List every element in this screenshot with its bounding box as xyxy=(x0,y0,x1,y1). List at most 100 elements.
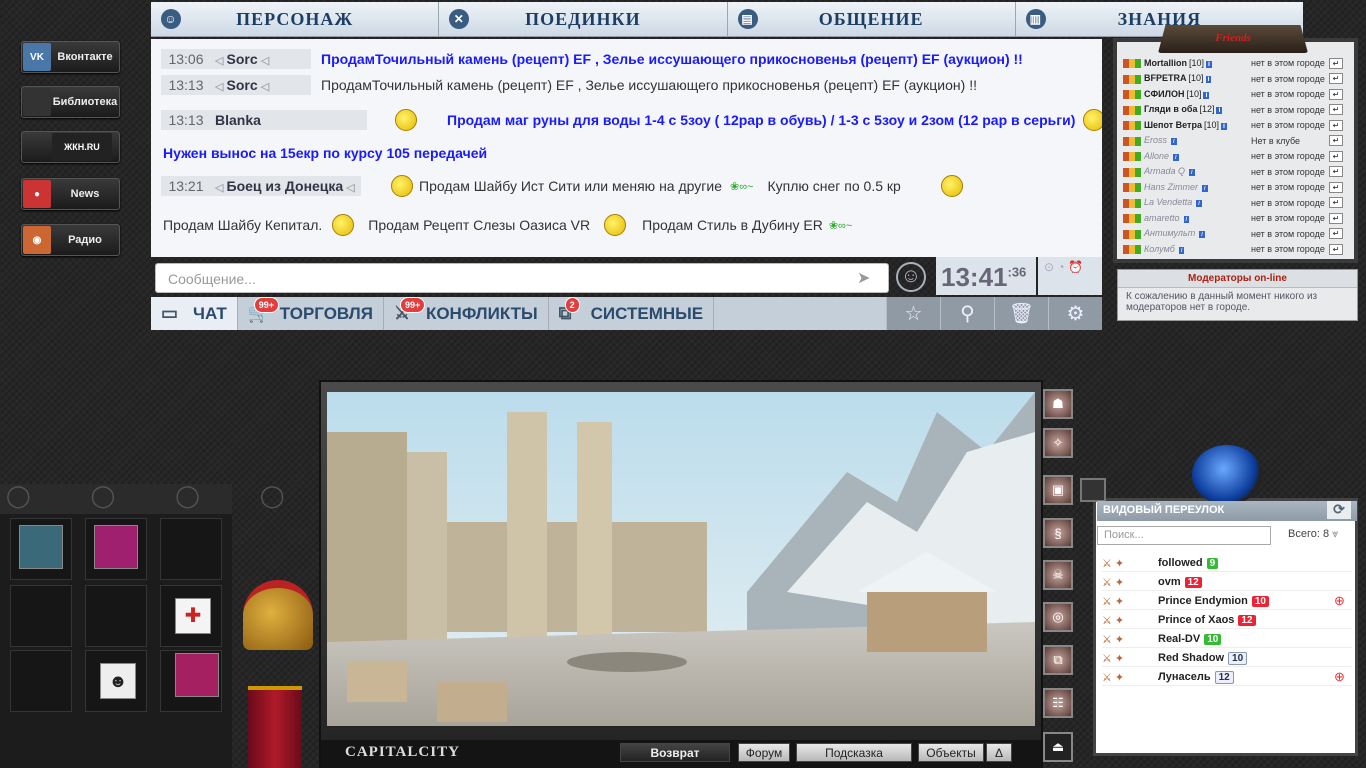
info-icon[interactable]: i xyxy=(1183,215,1190,223)
info-icon[interactable]: i xyxy=(1196,200,1202,208)
message-icon[interactable]: ↵ xyxy=(1329,228,1343,239)
friend-row[interactable]: Mortallion [10] i нет в этом городе ↵ xyxy=(1123,56,1348,70)
refresh-icon[interactable]: ⟳ xyxy=(1327,501,1351,519)
info-icon[interactable]: i xyxy=(1220,122,1227,130)
friend-row[interactable]: СФИЛОН [10] i нет в этом городе ↵ xyxy=(1123,87,1348,101)
inventory-slot[interactable] xyxy=(10,650,72,712)
settings-button[interactable]: ⚙ xyxy=(1048,297,1102,330)
friend-row[interactable]: La Vendetta i нет в этом городе ↵ xyxy=(1123,196,1348,210)
player-row[interactable]: ⚔ ✦ Prince Endymion 10 ⊕ xyxy=(1102,593,1352,610)
nav-duels[interactable]: ✕ ПОЕДИНКИ xyxy=(439,2,728,36)
info-icon[interactable]: i xyxy=(1202,184,1208,192)
chat-log[interactable]: 13:06 ◁ Sorc ◁ ПродамТочильный камень (р… xyxy=(151,39,1102,257)
message-icon[interactable]: ↵ xyxy=(1329,119,1343,131)
tab-chat[interactable]: ▭ ЧАТ xyxy=(151,297,238,330)
tab-conflicts[interactable]: ⚔ 99+ КОНФЛИКТЫ xyxy=(384,297,549,330)
city-scene[interactable] xyxy=(327,392,1035,726)
social-button[interactable]: VK Вконтакте xyxy=(21,41,120,73)
skull-icon[interactable]: ☠ xyxy=(1043,560,1073,590)
info-icon[interactable]: i xyxy=(1171,138,1177,146)
group-icon[interactable]: ☷ xyxy=(1043,688,1073,718)
social-button[interactable]: ◉ Радио xyxy=(21,224,120,256)
message-nick[interactable]: Blanka xyxy=(211,110,367,130)
friend-row[interactable]: BFPETRA [10] i нет в этом городе ↵ xyxy=(1123,72,1348,86)
inventory-slot[interactable]: ☻ xyxy=(85,650,147,712)
clone-icon[interactable]: ⧉ xyxy=(1043,645,1073,675)
message-icon[interactable]: ↵ xyxy=(1329,104,1343,115)
chat-input[interactable]: Сообщение... xyxy=(155,263,889,293)
return-button[interactable]: Возврат xyxy=(620,743,730,762)
helmet-icon[interactable] xyxy=(243,580,313,650)
inventory-slot[interactable] xyxy=(160,518,222,580)
objects-button[interactable]: Объекты xyxy=(918,743,984,762)
message-icon[interactable]: ↵ xyxy=(1329,135,1343,146)
stopwatch-icon[interactable]: ◔ xyxy=(1057,260,1064,274)
scroll-icon[interactable]: § xyxy=(1043,518,1073,548)
message-icon[interactable]: ↵ xyxy=(1329,88,1343,100)
inventory-slot[interactable]: ✚ xyxy=(160,585,222,647)
message-icon[interactable]: ↵ xyxy=(1329,181,1343,193)
message-icon[interactable]: ↵ xyxy=(1329,57,1343,69)
potion-icon[interactable]: ◎ xyxy=(1043,602,1073,632)
tab-system[interactable]: ⧉ 2 СИСТЕМНЫЕ xyxy=(549,297,715,330)
filter-button[interactable]: ⚲ xyxy=(940,297,994,330)
inventory-slot[interactable] xyxy=(85,585,147,647)
screen-icon[interactable] xyxy=(1080,478,1106,502)
clock-icon[interactable]: ⊙ xyxy=(1044,260,1054,274)
attack-target-icon[interactable]: ⊕ xyxy=(1334,593,1345,609)
nav-communication[interactable]: ▤ ОБЩЕНИЕ xyxy=(728,2,1016,36)
info-icon[interactable]: i xyxy=(1205,76,1212,84)
banner-icon[interactable] xyxy=(248,686,302,768)
info-icon[interactable]: i xyxy=(1189,169,1195,177)
info-icon[interactable]: i xyxy=(1203,91,1210,99)
exit-icon[interactable]: ⏏ xyxy=(1043,732,1073,762)
player-row[interactable]: ⚔ ✦ followed 9 xyxy=(1102,555,1352,572)
message-icon[interactable]: ↵ xyxy=(1329,243,1343,255)
inventory-slot[interactable] xyxy=(85,518,147,580)
info-icon[interactable]: i xyxy=(1173,153,1179,161)
message-nick[interactable]: ◁ Sorc ◁ xyxy=(211,75,311,95)
message-icon[interactable]: ↵ xyxy=(1329,212,1343,224)
friend-row[interactable]: Hans Zimmer i нет в этом городе ↵ xyxy=(1123,180,1348,194)
inventory-slot[interactable] xyxy=(10,518,72,580)
message-icon[interactable]: ↵ xyxy=(1329,73,1343,84)
filter-icon[interactable]: ⩔ xyxy=(1332,528,1338,540)
player-row[interactable]: ⚔ ✦ Лунасель 12 ⊕ xyxy=(1102,669,1352,686)
friend-row[interactable]: amaretto i нет в этом городе ↵ xyxy=(1123,211,1348,225)
hint-button[interactable]: Подсказка xyxy=(796,743,912,762)
tab-trade[interactable]: 🛒 99+ ТОРГОВЛЯ xyxy=(238,297,384,330)
friend-row[interactable]: Eross i Нет в клубе ↵ xyxy=(1123,134,1348,148)
nav-character[interactable]: ☺ ПЕРСОНАЖ xyxy=(151,2,440,36)
friend-row[interactable]: Allone i нет в этом городе ↵ xyxy=(1123,149,1348,163)
social-button[interactable]: ЖКН.RU xyxy=(21,131,120,163)
friend-row[interactable]: Гляди в оба [12] i нет в этом городе ↵ xyxy=(1123,103,1348,117)
info-icon[interactable]: i xyxy=(1206,60,1212,68)
message-icon[interactable]: ↵ xyxy=(1329,197,1343,208)
player-row[interactable]: ⚔ ✦ Real-DV 10 xyxy=(1102,631,1352,648)
emoji-button[interactable]: ☺ xyxy=(896,262,926,292)
compass-icon[interactable]: ✧ xyxy=(1043,428,1073,458)
send-icon[interactable]: ➤ xyxy=(857,268,879,288)
social-button[interactable]: ● News xyxy=(21,178,120,210)
chest-icon[interactable]: ▣ xyxy=(1043,475,1073,505)
hood-icon[interactable]: ☗ xyxy=(1043,389,1073,419)
friend-row[interactable]: Антимульт i нет в этом городе ↵ xyxy=(1123,227,1348,241)
attack-target-icon[interactable]: ⊕ xyxy=(1334,669,1345,685)
friend-row[interactable]: Колумб i нет в этом городе ↵ xyxy=(1123,242,1348,256)
clear-button[interactable]: 🗑 xyxy=(994,297,1048,330)
player-row[interactable]: ⚔ ✦ Prince of Xaos 12 xyxy=(1102,612,1352,629)
message-nick[interactable]: ◁ Sorc ◁ xyxy=(211,49,311,69)
info-icon[interactable]: i xyxy=(1216,107,1223,115)
message-nick[interactable]: ◁ Боец из Донецка ◁ xyxy=(211,176,361,196)
forum-button[interactable]: Форум xyxy=(738,743,790,762)
delta-button[interactable]: Δ xyxy=(986,743,1012,762)
inventory-slot[interactable] xyxy=(160,650,222,712)
favorites-button[interactable]: ☆ xyxy=(886,297,940,330)
info-icon[interactable]: i xyxy=(1178,246,1185,254)
alarm-icon[interactable]: ⏰ xyxy=(1068,260,1083,274)
social-button[interactable]: Библиотека xyxy=(21,86,120,118)
message-icon[interactable]: ↵ xyxy=(1329,150,1343,162)
player-row[interactable]: ⚔ ✦ Red Shadow 10 xyxy=(1102,650,1352,667)
friend-row[interactable]: Шепот Ветра [10] i нет в этом городе ↵ xyxy=(1123,118,1348,132)
message-icon[interactable]: ↵ xyxy=(1329,166,1343,177)
